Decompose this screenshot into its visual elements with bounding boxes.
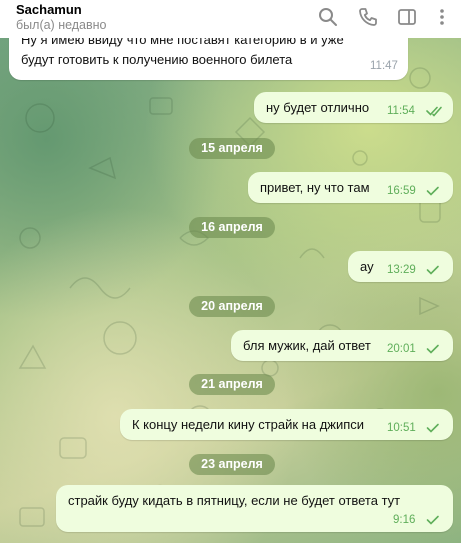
message-time: 9:16 (393, 514, 416, 526)
message-bubble[interactable]: страйк буду кидать в пятницу, если не бу… (56, 485, 453, 532)
message-bubble[interactable]: ау 13:29 (348, 251, 453, 282)
message-time: 11:47 (370, 60, 398, 72)
message-text: привет, ну что там (260, 180, 370, 195)
message-bubble[interactable]: бля мужик, дай ответ 20:01 (231, 330, 453, 361)
message-bubble[interactable]: К концу недели кину страйк на джипси 10:… (120, 409, 453, 440)
message-text: К концу недели кину страйк на джипси (132, 417, 365, 432)
check-icon (426, 343, 442, 355)
message-text: Ну я имею ввиду что мне поставят категор… (21, 38, 344, 67)
message-time: 10:51 (387, 422, 416, 434)
message-bubble[interactable]: Ну я имею ввиду что мне поставят категор… (9, 38, 408, 80)
message-bubble[interactable]: привет, ну что там 16:59 (248, 172, 453, 203)
date-separator: 21 апреля (189, 374, 275, 395)
message-text: ау (360, 259, 374, 274)
double-check-icon (426, 105, 442, 117)
chat-title[interactable]: Sachamun (16, 2, 82, 17)
message-text: бля мужик, дай ответ (243, 338, 371, 353)
message-text: ну будет отлично (266, 100, 370, 115)
phone-icon[interactable] (358, 7, 378, 27)
message-time: 16:59 (387, 185, 416, 197)
date-separator: 15 апреля (189, 138, 275, 159)
check-icon (426, 514, 442, 526)
chat-header: Sachamun был(а) недавно (0, 0, 461, 38)
message-time: 11:54 (387, 105, 415, 117)
date-separator: 16 апреля (189, 217, 275, 238)
message-text: страйк буду кидать в пятницу, если не бу… (68, 493, 401, 508)
message-bubble[interactable]: ну будет отлично 11:54 (254, 92, 453, 123)
check-icon (426, 422, 442, 434)
message-time: 20:01 (387, 343, 416, 355)
chat-status: был(а) недавно (16, 18, 107, 32)
date-separator: 23 апреля (189, 454, 275, 475)
date-separator: 20 апреля (189, 296, 275, 317)
sidebar-icon[interactable] (397, 7, 417, 27)
search-icon[interactable] (318, 7, 338, 27)
check-icon (426, 185, 442, 197)
chat-area[interactable]: Ну я имею ввиду что мне поставят категор… (0, 38, 461, 543)
more-vertical-icon[interactable] (432, 7, 452, 27)
message-time: 13:29 (387, 264, 416, 276)
check-icon (426, 264, 442, 276)
